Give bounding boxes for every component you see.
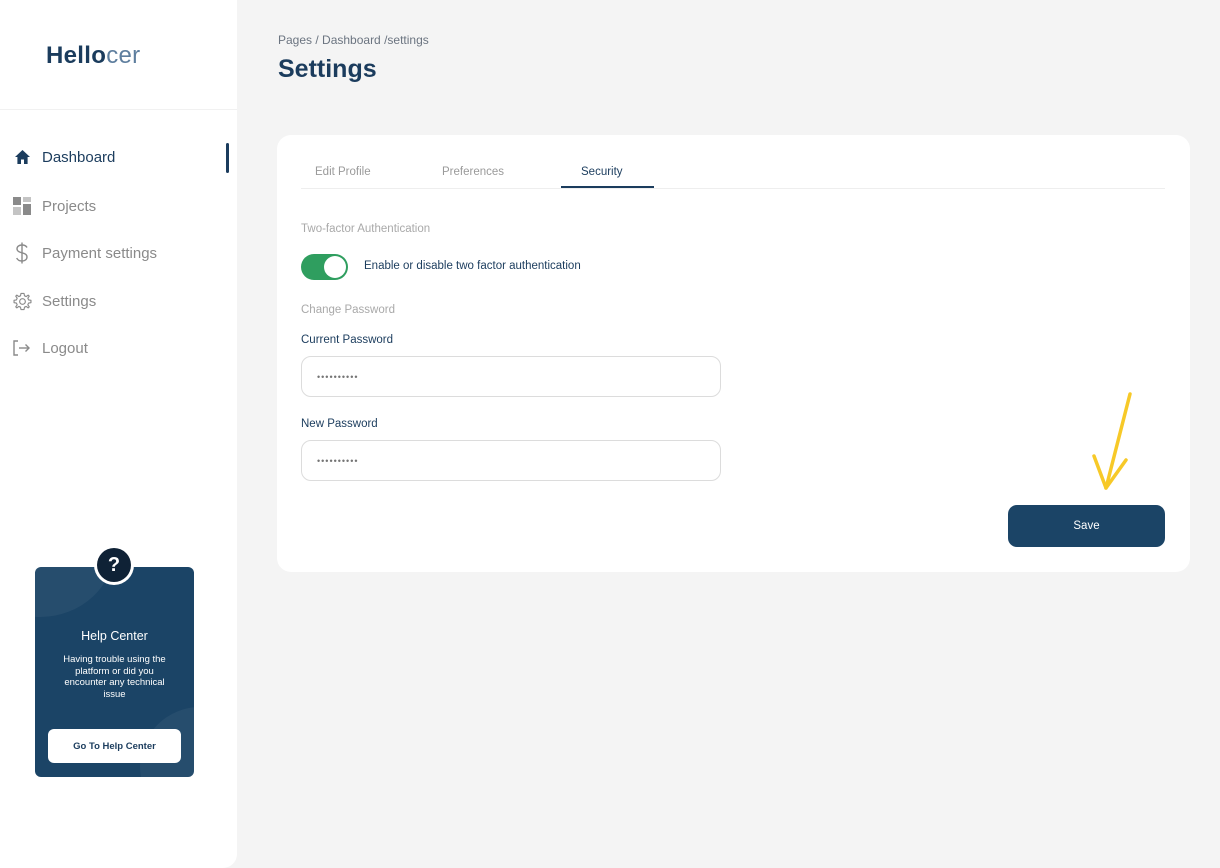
question-mark: ? bbox=[97, 548, 131, 582]
sidebar-item-payment-settings[interactable]: Payment settings bbox=[12, 240, 157, 266]
page-title: Settings bbox=[278, 55, 377, 83]
two-factor-toggle[interactable] bbox=[301, 254, 348, 280]
brand-logo: Hellocer bbox=[46, 42, 140, 70]
brand-logo-bold: Hello bbox=[46, 42, 107, 69]
logo-divider bbox=[0, 109, 237, 110]
settings-card: Edit Profile Preferences Security Two-fa… bbox=[277, 135, 1190, 572]
brand-logo-light: cer bbox=[106, 42, 141, 69]
toggle-knob bbox=[324, 256, 346, 278]
grid-icon bbox=[12, 196, 32, 216]
sidebar: Hellocer Dashboard Projects Payment sett… bbox=[0, 0, 237, 868]
sidebar-item-label: Logout bbox=[42, 339, 88, 357]
dollar-icon bbox=[12, 242, 32, 264]
help-center-text: Having trouble using the platform or did… bbox=[63, 654, 166, 700]
new-password-label: New Password bbox=[301, 418, 378, 430]
new-password-field[interactable] bbox=[301, 440, 721, 481]
sidebar-item-projects[interactable]: Projects bbox=[12, 193, 96, 219]
sidebar-item-label: Payment settings bbox=[42, 244, 158, 262]
gear-icon bbox=[12, 291, 32, 311]
help-center-title: Help Center bbox=[81, 629, 148, 643]
go-to-help-center-button[interactable]: Go To Help Center bbox=[48, 729, 181, 763]
arrow-down-icon bbox=[1092, 392, 1132, 490]
current-password-label: Current Password bbox=[301, 334, 394, 346]
logout-icon bbox=[12, 338, 32, 358]
two-factor-heading: Two-factor Authentication bbox=[301, 223, 431, 235]
active-nav-indicator bbox=[226, 143, 229, 173]
active-tab-indicator bbox=[561, 186, 654, 188]
help-center-card: Help Center Having trouble using the pla… bbox=[35, 567, 194, 777]
sidebar-item-label: Dashboard bbox=[42, 148, 116, 166]
sidebar-item-label: Projects bbox=[42, 197, 97, 215]
tab-security[interactable]: Security bbox=[581, 166, 623, 178]
change-password-heading: Change Password bbox=[301, 304, 395, 316]
sidebar-item-dashboard[interactable]: Dashboard bbox=[12, 144, 115, 170]
question-icon: ? bbox=[94, 545, 134, 585]
tab-edit-profile[interactable]: Edit Profile bbox=[315, 166, 371, 178]
tab-preferences[interactable]: Preferences bbox=[442, 166, 504, 178]
tabs-divider bbox=[301, 188, 1165, 189]
home-icon bbox=[12, 147, 32, 167]
sidebar-item-logout[interactable]: Logout bbox=[12, 335, 88, 361]
sidebar-item-settings[interactable]: Settings bbox=[12, 288, 96, 314]
breadcrumb: Pages / Dashboard /settings bbox=[278, 33, 429, 47]
two-factor-toggle-label: Enable or disable two factor authenticat… bbox=[364, 260, 581, 272]
save-button[interactable]: Save bbox=[1008, 505, 1165, 547]
sidebar-item-label: Settings bbox=[42, 292, 97, 310]
current-password-field[interactable] bbox=[301, 356, 721, 397]
